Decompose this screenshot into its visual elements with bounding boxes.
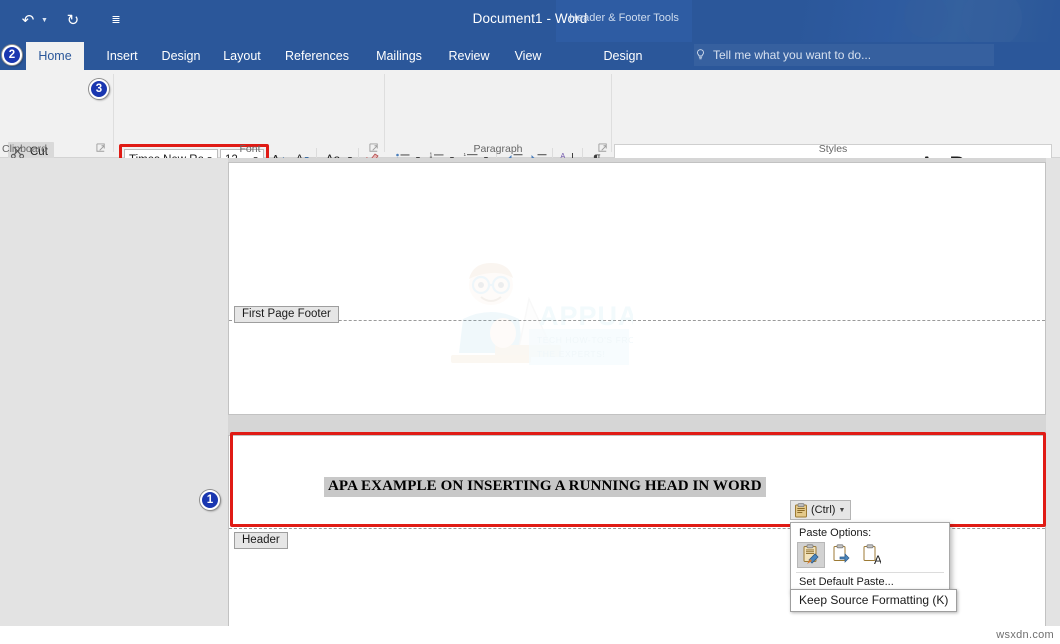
tell-me-search-box[interactable]: Tell me what you want to do... bbox=[694, 44, 994, 66]
source-watermark: wsxdn.com bbox=[996, 629, 1054, 641]
group-separator-1 bbox=[113, 74, 114, 152]
paste-options-badge[interactable]: (Ctrl) ▼ bbox=[790, 500, 851, 520]
ribbon: Cut Copy Format Painter Clipboard bbox=[0, 70, 1060, 158]
paste-options-title: Paste Options: bbox=[791, 523, 949, 541]
group-label-clipboard: Clipboard bbox=[0, 143, 110, 155]
paragraph-dialog-launcher-icon[interactable] bbox=[598, 143, 609, 154]
keep-source-formatting-icon bbox=[801, 544, 821, 566]
group-label-font: Font bbox=[120, 143, 380, 155]
tab-home[interactable]: Home bbox=[26, 42, 84, 70]
footer-boundary-dashed-line bbox=[229, 320, 1045, 321]
running-head-text[interactable]: APA EXAMPLE ON INSERTING A RUNNING HEAD … bbox=[324, 477, 766, 497]
paste-options-icon-row: A bbox=[791, 541, 949, 568]
tell-me-placeholder: Tell me what you want to do... bbox=[713, 48, 871, 62]
canvas-right-gutter bbox=[1046, 158, 1060, 644]
svg-text:APPUALS: APPUALS bbox=[539, 301, 633, 331]
paste-options-panel: Paste Options: bbox=[790, 522, 950, 594]
keep-text-only-icon: A bbox=[861, 544, 881, 566]
tab-header-footer-design[interactable]: Design bbox=[588, 42, 658, 70]
keep-source-formatting-button[interactable] bbox=[797, 542, 825, 568]
svg-text:A: A bbox=[874, 553, 881, 566]
document-page-1[interactable]: APPUALS TECH HOW-TO'S FROM THE EXPERTS! … bbox=[228, 162, 1046, 415]
group-label-paragraph: Paragraph bbox=[386, 143, 610, 155]
group-label-styles: Styles bbox=[614, 143, 1052, 155]
title-bar: ↶ ▼ ↻ ≣ Document1 - Word Header & Footer… bbox=[0, 0, 1060, 42]
paste-option-tooltip: Keep Source Formatting (K) bbox=[790, 589, 957, 612]
font-dialog-launcher-icon[interactable] bbox=[369, 143, 380, 154]
paste-badge-dropdown-icon[interactable]: ▼ bbox=[838, 507, 845, 514]
clipboard-dialog-launcher-icon[interactable] bbox=[96, 143, 107, 154]
svg-text:TECH HOW-TO'S FROM: TECH HOW-TO'S FROM bbox=[537, 335, 633, 345]
tab-design[interactable]: Design bbox=[152, 42, 210, 70]
lightbulb-icon bbox=[694, 48, 707, 62]
callout-1: 1 bbox=[200, 490, 220, 510]
set-default-paste-item[interactable]: Set Default Paste... bbox=[791, 573, 949, 588]
group-separator-2 bbox=[384, 74, 385, 152]
tab-view[interactable]: View bbox=[504, 42, 552, 70]
bottom-strip bbox=[0, 626, 1060, 644]
svg-text:THE EXPERTS!: THE EXPERTS! bbox=[537, 349, 605, 359]
canvas-left-gutter bbox=[0, 158, 228, 644]
paste-badge-label: (Ctrl) bbox=[811, 504, 835, 516]
tab-layout[interactable]: Layout bbox=[214, 42, 270, 70]
tab-review[interactable]: Review bbox=[438, 42, 500, 70]
appuals-watermark-logo: APPUALS TECH HOW-TO'S FROM THE EXPERTS! bbox=[433, 259, 633, 379]
word-application-window: ↶ ▼ ↻ ≣ Document1 - Word Header & Footer… bbox=[0, 0, 1060, 644]
first-page-footer-label[interactable]: First Page Footer bbox=[234, 306, 339, 323]
group-separator-3 bbox=[611, 74, 612, 152]
tab-references[interactable]: References bbox=[274, 42, 360, 70]
merge-formatting-icon bbox=[831, 544, 851, 566]
callout-2: 2 bbox=[2, 45, 22, 65]
merge-formatting-button[interactable] bbox=[827, 542, 855, 568]
clipboard-icon bbox=[794, 503, 808, 518]
tab-mailings[interactable]: Mailings bbox=[364, 42, 434, 70]
header-label[interactable]: Header bbox=[234, 532, 288, 549]
keep-text-only-button[interactable]: A bbox=[857, 542, 885, 568]
tab-insert[interactable]: Insert bbox=[96, 42, 148, 70]
callout-3: 3 bbox=[89, 79, 109, 99]
document-title: Document1 - Word bbox=[0, 11, 1060, 26]
contextual-tools-label: Header & Footer Tools bbox=[556, 12, 692, 24]
